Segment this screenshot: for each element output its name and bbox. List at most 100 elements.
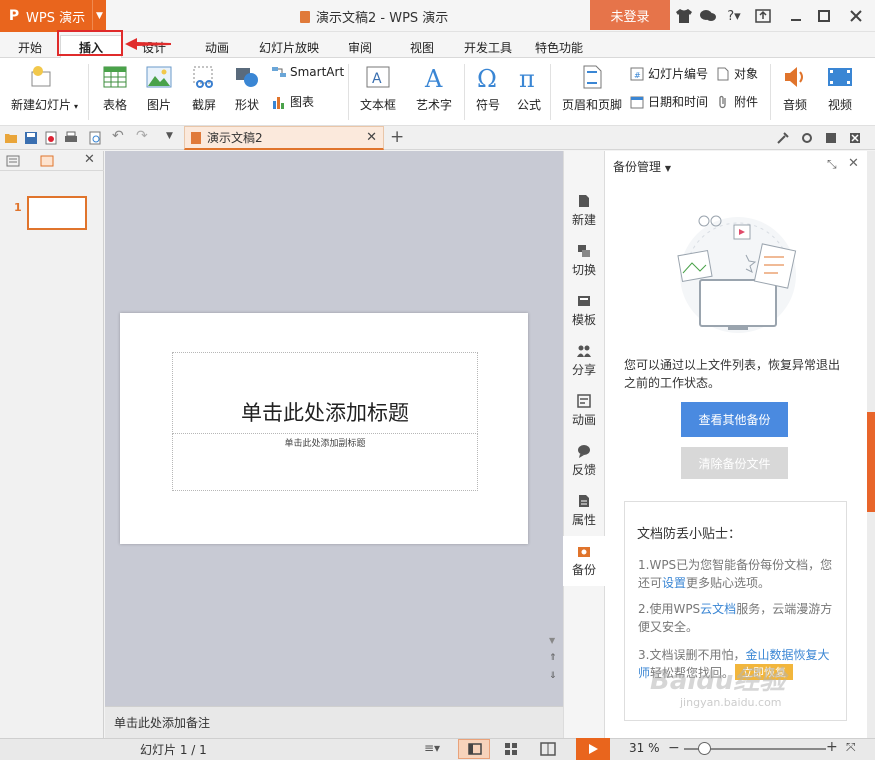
feedback-icon [578, 445, 590, 458]
object-button[interactable]: 对象 [716, 65, 758, 82]
datetime-button[interactable]: 日期和时间 [630, 93, 708, 110]
header-footer-icon [583, 65, 602, 89]
svg-text:#: # [634, 71, 641, 80]
pin-icon[interactable] [753, 6, 773, 26]
previous-slide-icon[interactable]: ⇑ [549, 653, 557, 663]
side-tab-transition[interactable]: 切换 [563, 236, 605, 286]
wordart-button[interactable]: A 艺术字 [408, 58, 460, 113]
slides-view-icon[interactable] [40, 155, 54, 167]
backup-panel-title[interactable]: 备份管理 ▼ [613, 158, 671, 175]
smartart-button[interactable]: SmartArt [272, 65, 344, 79]
quick-access-dropdown-icon[interactable]: ▼ [166, 131, 173, 141]
notes-pane[interactable]: 单击此处添加备注 [105, 706, 563, 738]
normal-view-button[interactable] [458, 739, 490, 759]
login-button[interactable]: 未登录 [590, 0, 670, 30]
chevron-down-icon[interactable]: ▼ [92, 0, 106, 32]
side-tab-feedback[interactable]: 反馈 [563, 436, 605, 486]
tab-animation[interactable]: 动画 [195, 36, 239, 58]
title-placeholder[interactable]: 单击此处添加标题 [172, 352, 478, 434]
backup-illustration-icon [677, 215, 797, 333]
slide-number-button[interactable]: # 幻灯片编号 [630, 65, 708, 82]
tab-review[interactable]: 审阅 [338, 36, 382, 58]
next-slide-icon[interactable]: ⇓ [549, 671, 557, 681]
settings-icon[interactable] [800, 131, 814, 145]
tab-features[interactable]: 特色功能 [530, 36, 588, 58]
tab-developer[interactable]: 开发工具 [459, 36, 517, 58]
side-tab-properties[interactable]: 属性 [563, 486, 605, 536]
symbol-button[interactable]: Ω 符号 [470, 58, 506, 113]
cloud-docs-link[interactable]: 云文档 [700, 602, 736, 616]
notes-toggle-icon[interactable]: ≡▾ [424, 741, 440, 755]
formula-button[interactable]: π 公式 [512, 58, 546, 113]
app-menu-button[interactable]: P WPS 演示 ▼ [0, 0, 106, 32]
export-pdf-icon[interactable] [44, 131, 58, 145]
document-tab[interactable]: 演示文稿2 ✕ [184, 126, 384, 150]
tab-home[interactable]: 开始 [8, 36, 52, 58]
fit-window-icon[interactable]: ⤧ [846, 740, 856, 755]
side-tab-new[interactable]: 新建 [563, 186, 605, 236]
tab-slideshow[interactable]: 幻灯片放映 [254, 36, 324, 58]
tip-2: 2.使用WPS云文档服务，云端漫游方便又安全。 [638, 602, 833, 634]
zoom-percentage[interactable]: 31 % [629, 741, 660, 755]
outline-view-icon[interactable] [6, 155, 20, 167]
header-footer-button[interactable]: 页眉和页脚 [558, 58, 626, 113]
shapes-icon [236, 68, 258, 87]
app-name: WPS 演示 [26, 10, 86, 26]
zoom-slider-knob[interactable] [698, 742, 711, 755]
close-tab-icon[interactable]: ✕ [366, 130, 377, 145]
side-tab-share[interactable]: 分享 [563, 336, 605, 386]
textbox-button[interactable]: A 文本框 [354, 58, 402, 113]
annotation-highlight-box [57, 30, 123, 56]
screenshot-button[interactable]: 截屏 [184, 58, 224, 113]
zoom-in-icon[interactable]: + [826, 739, 838, 755]
shape-button[interactable]: 形状 [228, 58, 266, 113]
tab-view[interactable]: 视图 [400, 36, 444, 58]
scroll-down-icon[interactable]: ▼ [549, 636, 555, 645]
pop-out-icon[interactable]: ⤡ [827, 157, 837, 172]
audio-button[interactable]: 音频 [776, 58, 814, 113]
settings-link[interactable]: 设置 [662, 576, 686, 590]
restore-window-icon[interactable] [824, 131, 838, 145]
vertical-scrollbar[interactable]: ▼ ⇑ ⇓ [545, 151, 563, 706]
svg-text:Ω: Ω [477, 65, 497, 90]
document-tab-label: 演示文稿2 [207, 131, 263, 145]
close-doc-icon[interactable] [848, 131, 862, 145]
undo-icon[interactable]: ↶ [112, 128, 124, 144]
close-panel-icon[interactable]: ✕ [848, 156, 859, 171]
panel-collapse-handle[interactable] [867, 412, 875, 512]
chart-button[interactable]: 图表 [272, 93, 314, 110]
minimize-icon[interactable] [786, 6, 806, 26]
redo-icon[interactable]: ↷ [136, 128, 148, 144]
play-icon [589, 744, 598, 754]
calendar-icon [630, 96, 644, 108]
close-icon[interactable] [846, 6, 866, 26]
play-slideshow-button[interactable] [576, 738, 610, 760]
picture-button[interactable]: 图片 [140, 58, 178, 113]
print-icon[interactable] [64, 131, 78, 145]
maximize-icon[interactable] [814, 6, 834, 26]
tools-icon[interactable] [776, 131, 790, 145]
help-icon[interactable]: ?▾ [722, 6, 746, 26]
chat-icon[interactable] [698, 6, 718, 26]
new-tab-icon[interactable]: + [390, 127, 404, 147]
new-slide-button[interactable]: 新建幻灯片 ▾ [6, 58, 78, 113]
video-button[interactable]: 视频 [820, 58, 860, 113]
subtitle-placeholder[interactable]: 单击此处添加副标题 [172, 433, 478, 491]
side-tab-animation[interactable]: 动画 [563, 386, 605, 436]
slide-thumbnail[interactable] [27, 196, 87, 230]
open-folder-icon[interactable] [4, 131, 18, 145]
normal-view-icon [468, 743, 482, 755]
zoom-out-icon[interactable]: − [668, 740, 680, 756]
slide-sorter-icon[interactable] [504, 742, 518, 756]
clear-backup-files-button[interactable]: 清除备份文件 [681, 447, 788, 479]
skin-icon[interactable] [674, 6, 694, 26]
view-other-backups-button[interactable]: 查看其他备份 [681, 402, 788, 437]
close-pane-icon[interactable]: ✕ [84, 152, 95, 167]
table-button[interactable]: 表格 [96, 58, 134, 113]
side-tab-template[interactable]: 模板 [563, 286, 605, 336]
save-icon[interactable] [24, 131, 38, 145]
print-preview-icon[interactable] [88, 131, 102, 145]
reading-view-icon[interactable] [540, 742, 556, 756]
attachment-button[interactable]: 附件 [716, 93, 758, 110]
side-tab-backup[interactable]: 备份 [563, 536, 605, 586]
